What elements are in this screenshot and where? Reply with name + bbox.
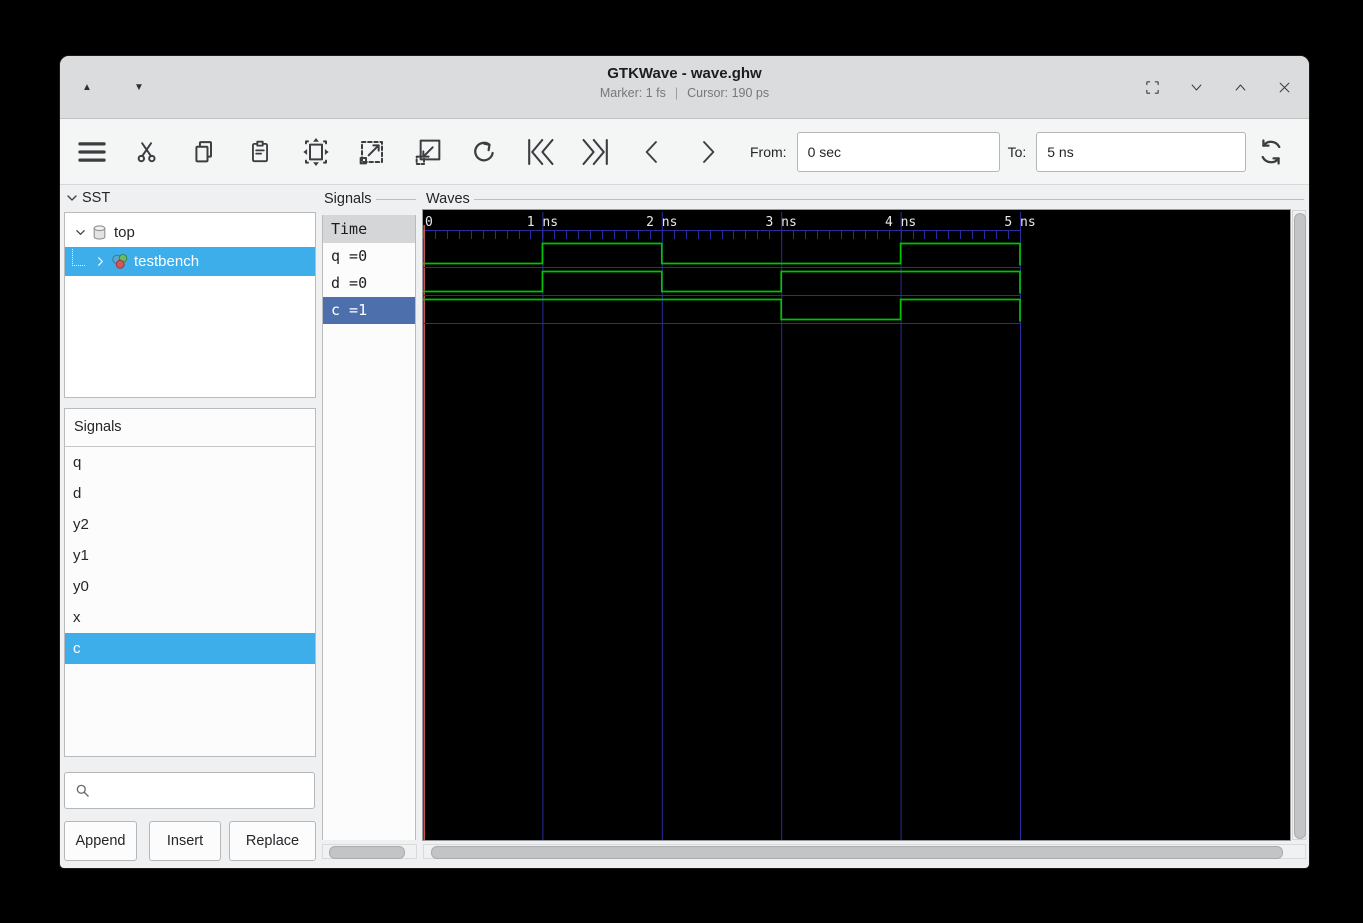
signal-buttons: Append Insert Replace xyxy=(64,821,316,861)
subtitle-separator: | xyxy=(674,86,679,100)
zoom-in-icon[interactable] xyxy=(406,130,450,174)
search-input[interactable] xyxy=(97,781,314,800)
tree-item-label: top xyxy=(114,224,135,241)
wave-signal-row[interactable]: q =0 xyxy=(323,243,415,270)
wave-canvas[interactable]: 0 1 ns 2 ns 3 ns 4 ns 5 ns xyxy=(422,209,1291,841)
step-forward-icon[interactable] xyxy=(686,130,730,174)
tree-item-testbench[interactable]: testbench xyxy=(65,247,315,276)
svg-text:4 ns: 4 ns xyxy=(885,215,916,230)
menu-icon[interactable] xyxy=(70,130,114,174)
gtkwave-window: ▲ ▼ GTKWave - wave.ghw Marker: 1 fs | Curs… xyxy=(60,56,1309,868)
signal-list-item-selected[interactable]: c xyxy=(65,633,315,664)
fullscreen-icon[interactable] xyxy=(1139,74,1165,100)
waves-hscrollbar[interactable] xyxy=(423,844,1306,859)
wave-signal-row[interactable]: d =0 xyxy=(323,270,415,297)
sst-tree: top testbench xyxy=(64,212,316,398)
signal-list-item[interactable]: x xyxy=(65,602,315,633)
svg-text:5 ns: 5 ns xyxy=(1004,215,1035,230)
step-back-icon[interactable] xyxy=(630,130,674,174)
screen: ▲ ▼ GTKWave - wave.ghw Marker: 1 fs | Curs… xyxy=(0,0,1363,923)
append-button[interactable]: Append xyxy=(64,821,137,861)
svg-text:0: 0 xyxy=(425,215,433,230)
chevron-down-icon[interactable] xyxy=(73,227,87,238)
to-label: To: xyxy=(1007,143,1027,160)
close-icon[interactable] xyxy=(1271,74,1297,100)
status-subtitle: Marker: 1 fs | Cursor: 190 ps xyxy=(60,86,1309,100)
waves-frame-label: Waves xyxy=(426,191,1304,207)
from-label: From: xyxy=(750,143,787,160)
tree-item-top[interactable]: top xyxy=(65,218,315,247)
maximize-icon[interactable] xyxy=(1227,74,1253,100)
undo-icon[interactable] xyxy=(462,130,506,174)
wave-signals-frame-label: Signals xyxy=(324,191,416,207)
cursor-status: Cursor: 190 ps xyxy=(687,86,770,100)
marker-status: Marker: 1 fs xyxy=(599,86,666,100)
signal-list-item[interactable]: d xyxy=(65,478,315,509)
skip-to-start-icon[interactable] xyxy=(518,130,562,174)
zoom-fit-icon[interactable] xyxy=(294,130,338,174)
from-input[interactable] xyxy=(796,131,1000,172)
svg-text:3 ns: 3 ns xyxy=(766,215,797,230)
tree-connector xyxy=(72,249,85,266)
wave-signal-row-selected[interactable]: c =1 xyxy=(323,297,415,324)
signal-list-item[interactable]: q xyxy=(65,447,315,478)
sst-header-label: SST xyxy=(82,190,111,206)
skip-to-end-icon[interactable] xyxy=(574,130,618,174)
scrollbar-thumb[interactable] xyxy=(1294,213,1306,839)
replace-button[interactable]: Replace xyxy=(229,821,316,861)
paste-icon[interactable] xyxy=(238,130,282,174)
signal-list-item[interactable]: y0 xyxy=(65,571,315,602)
signal-list-item[interactable]: y1 xyxy=(65,540,315,571)
toolbar: From: To: xyxy=(60,119,1309,185)
signal-list-item[interactable]: y2 xyxy=(65,509,315,540)
insert-button[interactable]: Insert xyxy=(149,821,221,861)
chevron-right-icon[interactable] xyxy=(93,256,107,267)
waves-vscrollbar[interactable] xyxy=(1292,210,1306,840)
zoom-out-icon[interactable] xyxy=(350,130,394,174)
wave-signal-table: Time q =0 d =0 c =1 xyxy=(322,215,416,840)
cut-icon[interactable] xyxy=(126,130,170,174)
module-icon xyxy=(111,253,129,270)
titlebar[interactable]: ▲ ▼ GTKWave - wave.ghw Marker: 1 fs | Curs… xyxy=(60,56,1309,119)
chevron-down-icon xyxy=(67,195,77,201)
signal-table-hscrollbar[interactable] xyxy=(322,844,417,859)
scrollbar-thumb[interactable] xyxy=(431,846,1283,859)
reload-icon[interactable] xyxy=(1249,130,1293,174)
svg-text:2 ns: 2 ns xyxy=(646,215,677,230)
tree-item-label: testbench xyxy=(134,253,200,270)
copy-icon[interactable] xyxy=(182,130,226,174)
signal-list: Signals q d y2 y1 y0 x c xyxy=(64,408,316,757)
svg-text:1 ns: 1 ns xyxy=(527,215,558,230)
minimize-icon[interactable] xyxy=(1183,74,1209,100)
search-icon xyxy=(75,783,90,798)
sst-expander[interactable]: SST xyxy=(66,190,110,206)
main-content: SST top testbench Signals q d y2 y1 y0 x… xyxy=(60,185,1309,868)
component-icon xyxy=(91,224,109,241)
scrollbar-thumb[interactable] xyxy=(329,846,405,859)
window-title: GTKWave - wave.ghw xyxy=(607,65,762,82)
signal-list-header: Signals xyxy=(65,409,315,447)
signal-search[interactable] xyxy=(64,772,315,809)
time-header[interactable]: Time xyxy=(323,215,415,243)
to-input[interactable] xyxy=(1036,131,1247,172)
